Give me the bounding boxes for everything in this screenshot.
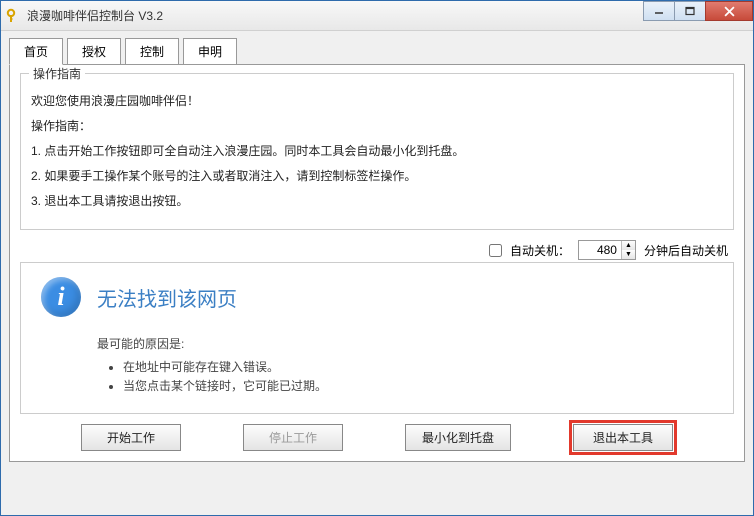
guide-content: 欢迎您使用浪漫庄园咖啡伴侣！ 操作指南： 1. 点击开始工作按钮即可全自动注入浪… — [31, 92, 723, 209]
auto-shutdown-label: 自动关机： — [510, 242, 570, 259]
shutdown-suffix-label: 分钟后自动关机 — [644, 242, 728, 259]
auto-shutdown-checkbox[interactable] — [489, 244, 502, 257]
reason-heading: 最可能的原因是: — [97, 335, 713, 352]
guide-step-3: 3. 退出本工具请按退出按钮。 — [31, 192, 723, 209]
app-window: 浪漫咖啡伴侣控制台 V3.2 首页 授权 控制 申明 操作指南 欢迎您使用浪漫庄… — [0, 0, 754, 516]
spinner-up-button[interactable]: ▲ — [622, 241, 635, 250]
reason-item-1: 在地址中可能存在键入错误。 — [123, 358, 713, 375]
error-title: 无法找到该网页 — [97, 283, 237, 312]
guide-groupbox: 操作指南 欢迎您使用浪漫庄园咖啡伴侣！ 操作指南： 1. 点击开始工作按钮即可全… — [20, 73, 734, 230]
exit-button[interactable]: 退出本工具 — [573, 424, 673, 451]
tab-auth[interactable]: 授权 — [67, 38, 121, 65]
guide-title-text: 操作指南： — [31, 117, 723, 134]
shutdown-minutes-input[interactable] — [579, 241, 621, 259]
shutdown-minutes-spinner[interactable]: ▲ ▼ — [578, 240, 636, 260]
start-button[interactable]: 开始工作 — [81, 424, 181, 451]
stop-button[interactable]: 停止工作 — [243, 424, 343, 451]
title-bar[interactable]: 浪漫咖啡伴侣控制台 V3.2 — [1, 1, 753, 31]
tab-statement[interactable]: 申明 — [183, 38, 237, 65]
guide-step-1: 1. 点击开始工作按钮即可全自动注入浪漫庄园。同时本工具会自动最小化到托盘。 — [31, 142, 723, 159]
window-controls — [644, 1, 753, 21]
minimize-window-button[interactable] — [643, 1, 675, 21]
guide-step-2: 2. 如果要手工操作某个账号的注入或者取消注入，请到控制标签栏操作。 — [31, 167, 723, 184]
tab-control[interactable]: 控制 — [125, 38, 179, 65]
spinner-down-button[interactable]: ▼ — [622, 250, 635, 259]
embedded-browser[interactable]: i 无法找到该网页 最可能的原因是: 在地址中可能存在键入错误。 当您点击某个链… — [20, 262, 734, 414]
spinner-buttons: ▲ ▼ — [621, 241, 635, 259]
bottom-button-row: 开始工作 停止工作 最小化到托盘 退出本工具 — [20, 414, 734, 451]
guide-legend: 操作指南 — [29, 65, 85, 82]
maximize-window-button[interactable] — [674, 1, 706, 21]
error-header: i 无法找到该网页 — [41, 277, 713, 317]
close-window-button[interactable] — [705, 1, 753, 21]
app-icon — [5, 8, 21, 24]
info-icon: i — [41, 277, 81, 317]
tab-home[interactable]: 首页 — [9, 38, 63, 65]
client-area: 首页 授权 控制 申明 操作指南 欢迎您使用浪漫庄园咖啡伴侣！ 操作指南： 1.… — [1, 31, 753, 470]
minimize-to-tray-button[interactable]: 最小化到托盘 — [405, 424, 511, 451]
error-reasons: 最可能的原因是: 在地址中可能存在键入错误。 当您点击某个链接时，它可能已过期。 — [97, 335, 713, 394]
auto-shutdown-row: 自动关机： ▲ ▼ 分钟后自动关机 — [20, 236, 734, 262]
tab-strip: 首页 授权 控制 申明 — [9, 37, 745, 64]
welcome-text: 欢迎您使用浪漫庄园咖啡伴侣！ — [31, 92, 723, 109]
reason-item-2: 当您点击某个链接时，它可能已过期。 — [123, 377, 713, 394]
window-title: 浪漫咖啡伴侣控制台 V3.2 — [27, 7, 749, 24]
tab-panel-home: 操作指南 欢迎您使用浪漫庄园咖啡伴侣！ 操作指南： 1. 点击开始工作按钮即可全… — [9, 64, 745, 462]
